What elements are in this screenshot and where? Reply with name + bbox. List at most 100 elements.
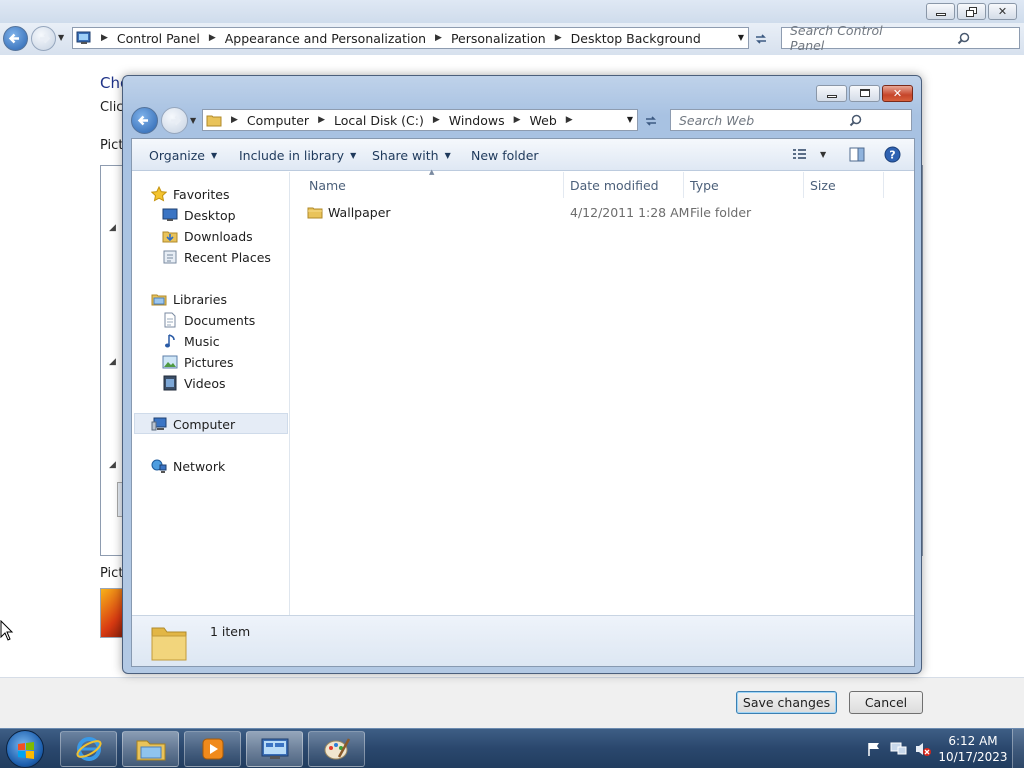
dialog-refresh-button[interactable] bbox=[643, 113, 659, 129]
pictures-icon bbox=[162, 355, 178, 369]
organize-menu[interactable]: Organize ▼ bbox=[149, 148, 217, 163]
paint-icon bbox=[324, 738, 350, 760]
show-desktop-button[interactable] bbox=[1012, 729, 1024, 768]
dialog-maximize-button[interactable] bbox=[849, 85, 880, 102]
nav-recent-places[interactable]: Recent Places bbox=[161, 247, 271, 267]
help-icon: ? bbox=[884, 146, 901, 163]
back-arrow-icon bbox=[137, 115, 148, 126]
taskbar-windows-explorer[interactable] bbox=[122, 731, 179, 767]
breadcrumb-computer[interactable]: Computer bbox=[247, 113, 309, 128]
forward-button[interactable] bbox=[31, 26, 56, 51]
help-button[interactable]: ? bbox=[884, 146, 901, 163]
collapse-group-icon[interactable]: ◢ bbox=[109, 223, 116, 233]
share-with-menu[interactable]: Share with ▼ bbox=[372, 148, 451, 163]
control-panel-icon bbox=[261, 738, 288, 759]
start-button[interactable] bbox=[6, 730, 44, 768]
new-folder-button[interactable]: New folder bbox=[471, 148, 539, 163]
nav-network[interactable]: Network bbox=[150, 456, 225, 476]
nav-libraries[interactable]: Libraries bbox=[150, 289, 227, 309]
taskbar-control-panel[interactable] bbox=[246, 731, 303, 767]
close-button[interactable]: ✕ bbox=[988, 3, 1017, 20]
chevron-down-icon: ▼ bbox=[350, 151, 357, 160]
views-button[interactable]: ▼ bbox=[792, 147, 826, 161]
nav-documents[interactable]: Documents bbox=[161, 310, 255, 330]
search-placeholder: Search Web bbox=[679, 112, 755, 128]
collapse-group-icon[interactable]: ◢ bbox=[109, 460, 116, 470]
network-tray-icon[interactable] bbox=[890, 741, 908, 757]
downloads-icon bbox=[162, 231, 178, 243]
address-dropdown-icon[interactable]: ▼ bbox=[627, 115, 633, 124]
column-header-name[interactable]: Name ▲ bbox=[303, 168, 564, 198]
details-pane: 1 item bbox=[132, 615, 914, 666]
address-bar[interactable]: ▶ Control Panel ▶ Appearance and Personal… bbox=[72, 27, 749, 49]
windows-logo-icon bbox=[18, 742, 34, 759]
clock[interactable]: 6:12 AM 10/17/2023 bbox=[938, 733, 1008, 765]
recent-places-icon bbox=[163, 250, 177, 264]
restore-button[interactable] bbox=[957, 3, 986, 20]
collapse-group-icon[interactable]: ◢ bbox=[109, 357, 116, 367]
action-center-flag-icon[interactable] bbox=[866, 741, 882, 757]
breadcrumb-web[interactable]: Web bbox=[530, 113, 557, 128]
taskbar-paint[interactable] bbox=[308, 731, 365, 767]
table-row[interactable]: Wallpaper 4/12/2011 1:28 AM File folder bbox=[303, 201, 903, 223]
mouse-cursor-icon bbox=[0, 620, 14, 641]
column-header-date-modified[interactable]: Date modified bbox=[564, 172, 684, 198]
dialog-content: Organize ▼ Include in library ▼ Share with… bbox=[131, 138, 915, 667]
column-header-type[interactable]: Type bbox=[684, 172, 804, 198]
internet-explorer-icon bbox=[75, 737, 102, 761]
browse-dialog: ✕ ▼ ▶ Computer ▶ Local Disk (C:) ▶ Windows… bbox=[122, 75, 922, 674]
nav-desktop[interactable]: Desktop bbox=[161, 205, 236, 225]
breadcrumb-control-panel[interactable]: Control Panel bbox=[117, 31, 200, 46]
clock-date: 10/17/2023 bbox=[938, 750, 1008, 764]
navigation-pane: Favorites Desktop Downloads Recent Place… bbox=[132, 172, 290, 615]
nav-pictures[interactable]: Pictures bbox=[161, 352, 234, 372]
breadcrumb-windows[interactable]: Windows bbox=[449, 113, 505, 128]
taskbar-media-player[interactable] bbox=[184, 731, 241, 767]
search-icon bbox=[849, 114, 861, 126]
back-arrow-icon bbox=[8, 33, 19, 44]
back-button[interactable] bbox=[3, 26, 28, 51]
taskbar-internet-explorer[interactable] bbox=[60, 731, 117, 767]
column-header-size[interactable]: Size bbox=[804, 172, 884, 198]
folder-icon bbox=[206, 115, 222, 127]
recent-pages-dropdown[interactable]: ▼ bbox=[58, 33, 64, 42]
nav-favorites[interactable]: Favorites bbox=[150, 184, 229, 204]
nav-downloads[interactable]: Downloads bbox=[161, 226, 253, 246]
include-in-library-menu[interactable]: Include in library ▼ bbox=[239, 148, 356, 163]
dialog-address-bar[interactable]: ▶ Computer ▶ Local Disk (C:) ▶ Windows ▶ We… bbox=[202, 109, 638, 131]
breadcrumb-appearance[interactable]: Appearance and Personalization bbox=[225, 31, 426, 46]
window-title-bar bbox=[0, 0, 1024, 23]
forward-arrow-icon bbox=[171, 115, 182, 126]
dialog-minimize-button[interactable] bbox=[816, 85, 847, 102]
nav-computer[interactable]: Computer bbox=[150, 414, 235, 434]
dialog-close-button[interactable]: ✕ bbox=[882, 85, 913, 102]
address-dropdown-icon[interactable]: ▼ bbox=[738, 33, 744, 42]
share-with-label: Share with bbox=[372, 148, 439, 163]
breadcrumb-local-disk[interactable]: Local Disk (C:) bbox=[334, 113, 424, 128]
breadcrumb-personalization[interactable]: Personalization bbox=[451, 31, 546, 46]
minimize-button[interactable] bbox=[926, 3, 955, 20]
documents-icon bbox=[164, 312, 176, 328]
refresh-icon bbox=[756, 34, 766, 44]
breadcrumb-desktop-background[interactable]: Desktop Background bbox=[571, 31, 701, 46]
cancel-button[interactable]: Cancel bbox=[849, 691, 923, 714]
refresh-icon bbox=[646, 116, 656, 126]
file-date: 4/12/2011 1:28 AM bbox=[570, 204, 690, 220]
preview-pane-button[interactable] bbox=[849, 147, 865, 162]
nav-music[interactable]: Music bbox=[161, 331, 220, 351]
dialog-search[interactable]: Search Web bbox=[670, 109, 912, 131]
save-changes-button[interactable]: Save changes bbox=[736, 691, 837, 714]
dialog-recent-pages-dropdown[interactable]: ▼ bbox=[190, 116, 196, 125]
refresh-button[interactable] bbox=[753, 31, 769, 47]
control-panel-search[interactable]: Search Control Panel bbox=[781, 23, 1020, 53]
dialog-forward-button[interactable] bbox=[161, 107, 188, 134]
dialog-back-button[interactable] bbox=[131, 107, 158, 134]
preview-pane-icon bbox=[849, 147, 865, 162]
include-in-library-label: Include in library bbox=[239, 148, 345, 163]
clock-time: 6:12 AM bbox=[948, 734, 998, 748]
windows-explorer-icon bbox=[136, 740, 165, 761]
volume-muted-icon[interactable] bbox=[914, 741, 932, 757]
nav-videos[interactable]: Videos bbox=[161, 373, 226, 393]
file-list: Name ▲ Date modified Type Size Wallpaper… bbox=[291, 168, 914, 615]
videos-icon bbox=[163, 375, 177, 391]
